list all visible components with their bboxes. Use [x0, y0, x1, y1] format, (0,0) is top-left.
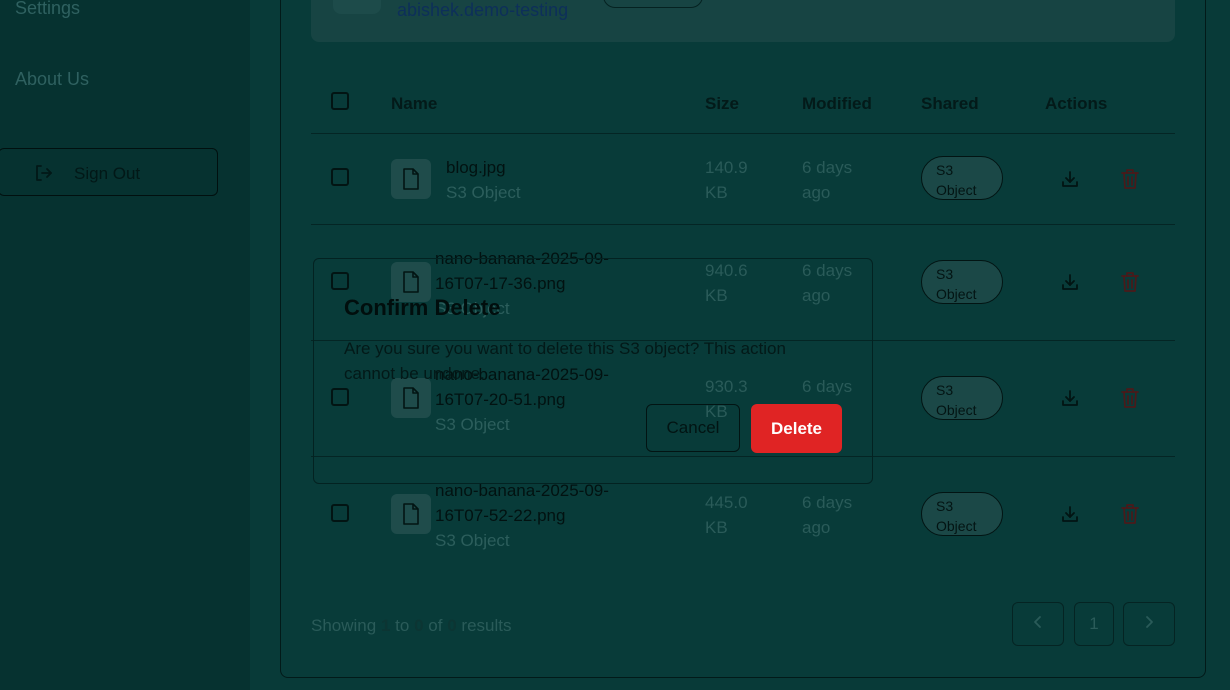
file-modified-suffix: ago: [802, 518, 831, 537]
file-modified-value: 6 days: [802, 493, 853, 512]
cancel-button[interactable]: Cancel: [646, 404, 740, 452]
row-checkbox[interactable]: [331, 168, 349, 186]
chevron-right-icon: [1143, 615, 1155, 634]
results-of-word: of: [428, 616, 443, 635]
download-icon[interactable]: [1060, 388, 1080, 413]
file-size-unit: KB: [705, 183, 728, 202]
shared-badge-line1: S3: [936, 382, 954, 398]
sidebar-item-settings[interactable]: Settings: [15, 0, 80, 19]
bucket-badge: [603, 0, 703, 8]
file-size-value: 445.0: [705, 493, 748, 512]
results-to-word: to: [395, 616, 410, 635]
file-size-value: 140.9: [705, 158, 748, 177]
sidebar: Settings About Us Sign Out: [0, 0, 250, 690]
trash-icon[interactable]: [1121, 388, 1139, 413]
dialog-message: Are you sure you want to delete this S3 …: [344, 339, 786, 383]
shared-badge: S3 Object: [921, 492, 1003, 536]
page-number: 1: [1089, 614, 1099, 633]
shared-badge: S3 Object: [921, 156, 1003, 200]
table-divider: [311, 133, 1175, 134]
shared-badge-line1: S3: [936, 266, 954, 282]
file-icon: [391, 494, 431, 534]
bucket-name[interactable]: abishek.demo-testing: [397, 0, 568, 21]
trash-icon[interactable]: [1121, 504, 1139, 529]
results-prefix: Showing: [311, 616, 377, 635]
results-suffix: results: [461, 616, 512, 635]
column-header-actions: Actions: [1045, 94, 1108, 113]
shared-badge: S3 Object: [921, 376, 1003, 420]
file-type: S3 Object: [435, 531, 510, 550]
bucket-icon: [333, 0, 381, 14]
sign-out-icon: [33, 163, 53, 188]
download-icon[interactable]: [1060, 169, 1080, 194]
shared-badge-line2: Object: [936, 518, 977, 534]
chevron-left-icon: [1032, 615, 1044, 634]
dialog-title: Confirm Delete: [344, 295, 501, 320]
shared-badge-line1: S3: [936, 162, 954, 178]
file-modified: 6 days ago: [802, 155, 852, 205]
download-icon[interactable]: [1060, 272, 1080, 297]
file-modified: 6 days ago: [802, 490, 852, 540]
sign-out-button[interactable]: Sign Out: [0, 148, 218, 196]
shared-badge: S3 Object: [921, 260, 1003, 304]
results-total: 0: [447, 616, 457, 635]
row-checkbox[interactable]: [331, 504, 349, 522]
file-icon: [391, 159, 431, 199]
next-page-button[interactable]: [1123, 602, 1175, 646]
trash-icon[interactable]: [1121, 272, 1139, 297]
results-from: 1: [380, 616, 391, 635]
column-header-shared: Shared: [921, 94, 979, 113]
file-modified-value: 6 days: [802, 158, 853, 177]
file-size: 140.9 KB: [705, 155, 748, 205]
shared-badge-line1: S3: [936, 498, 954, 514]
previous-page-button[interactable]: [1012, 602, 1064, 646]
sign-out-label: Sign Out: [74, 164, 141, 183]
download-icon[interactable]: [1060, 504, 1080, 529]
row-divider: [311, 224, 1175, 225]
shared-badge-line2: Object: [936, 402, 977, 418]
file-name[interactable]: nano-banana-2025-09- 16T07-52-22.png: [435, 478, 609, 528]
shared-badge-line2: Object: [936, 182, 977, 198]
page-number-button[interactable]: 1: [1074, 602, 1114, 646]
trash-icon[interactable]: [1121, 169, 1139, 194]
file-size-unit: KB: [705, 518, 728, 537]
file-modified-suffix: ago: [802, 183, 831, 202]
delete-button[interactable]: Delete: [751, 404, 842, 453]
sidebar-item-about-us[interactable]: About Us: [15, 69, 89, 90]
file-type: S3 Object: [446, 183, 521, 202]
file-size: 445.0 KB: [705, 490, 748, 540]
shared-badge-line2: Object: [936, 286, 977, 302]
file-name[interactable]: blog.jpg: [446, 155, 506, 180]
column-header-modified[interactable]: Modified: [802, 94, 872, 114]
file-name-line2: 16T07-52-22.png: [435, 506, 566, 525]
results-to: 0: [414, 616, 424, 635]
select-all-checkbox[interactable]: [331, 92, 349, 110]
column-header-size[interactable]: Size: [705, 94, 739, 114]
column-header-name[interactable]: Name: [391, 94, 437, 114]
results-summary: Showing 1 to 0 of 0 results: [311, 616, 511, 636]
